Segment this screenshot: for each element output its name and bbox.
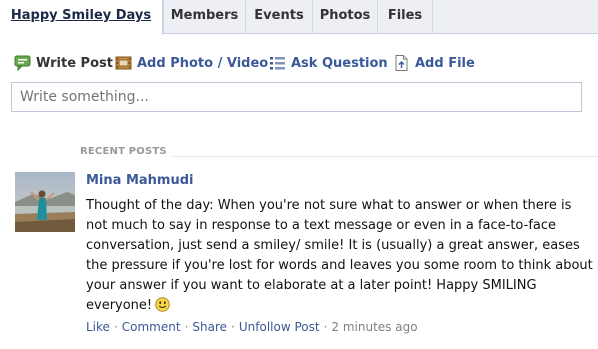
- tab-events[interactable]: Events: [245, 0, 312, 34]
- add-photo-video-label: Add Photo / Video: [137, 55, 269, 71]
- post-author-link[interactable]: Mina Mahmudi: [86, 173, 193, 188]
- tab-members-label: Members: [170, 8, 239, 23]
- tab-files-label: Files: [387, 8, 423, 23]
- avatar[interactable]: [15, 172, 75, 232]
- tab-members[interactable]: Members: [163, 0, 245, 34]
- tab-group-name-label: Happy Smiley Days: [10, 8, 152, 23]
- question-icon: [269, 55, 286, 71]
- write-post-action[interactable]: Write Post: [14, 53, 113, 73]
- recent-posts-header: RECENT POSTS: [80, 146, 173, 157]
- file-icon: [393, 55, 410, 71]
- ask-question-label: Ask Question: [291, 55, 388, 71]
- smiley-icon: [155, 297, 170, 312]
- ask-question-action[interactable]: Ask Question: [269, 53, 388, 73]
- action-separator: ·: [323, 320, 328, 334]
- post-body: Thought of the day: When you're not sure…: [86, 196, 596, 316]
- share-link[interactable]: Share: [192, 320, 227, 334]
- like-link[interactable]: Like: [86, 320, 110, 334]
- action-separator: ·: [184, 320, 189, 334]
- post-actions: Like · Comment · Share · Unfollow Post · 2 minut…: [86, 320, 418, 334]
- add-file-label: Add File: [415, 55, 475, 71]
- photo-video-icon: [115, 55, 132, 71]
- write-post-icon: [14, 55, 31, 72]
- add-photo-video-action[interactable]: Add Photo / Video: [115, 53, 268, 73]
- unfollow-post-link[interactable]: Unfollow Post: [239, 320, 320, 334]
- tab-files[interactable]: Files: [377, 0, 433, 34]
- post-text: Thought of the day: When you're not sure…: [86, 198, 593, 313]
- action-separator: ·: [231, 320, 235, 334]
- add-file-action[interactable]: Add File: [393, 53, 475, 73]
- tab-photos[interactable]: Photos: [312, 0, 377, 34]
- group-tab-bar: Happy Smiley Days Members Events Photos …: [0, 0, 598, 35]
- write-post-label: Write Post: [36, 55, 113, 71]
- write-something-input[interactable]: [11, 82, 582, 112]
- action-separator: ·: [113, 320, 118, 334]
- tab-events-label: Events: [254, 8, 304, 23]
- tab-group-name[interactable]: Happy Smiley Days: [0, 0, 163, 35]
- tab-photos-label: Photos: [319, 8, 371, 23]
- post-timestamp[interactable]: 2 minutes ago: [331, 320, 417, 334]
- comment-link[interactable]: Comment: [122, 320, 181, 334]
